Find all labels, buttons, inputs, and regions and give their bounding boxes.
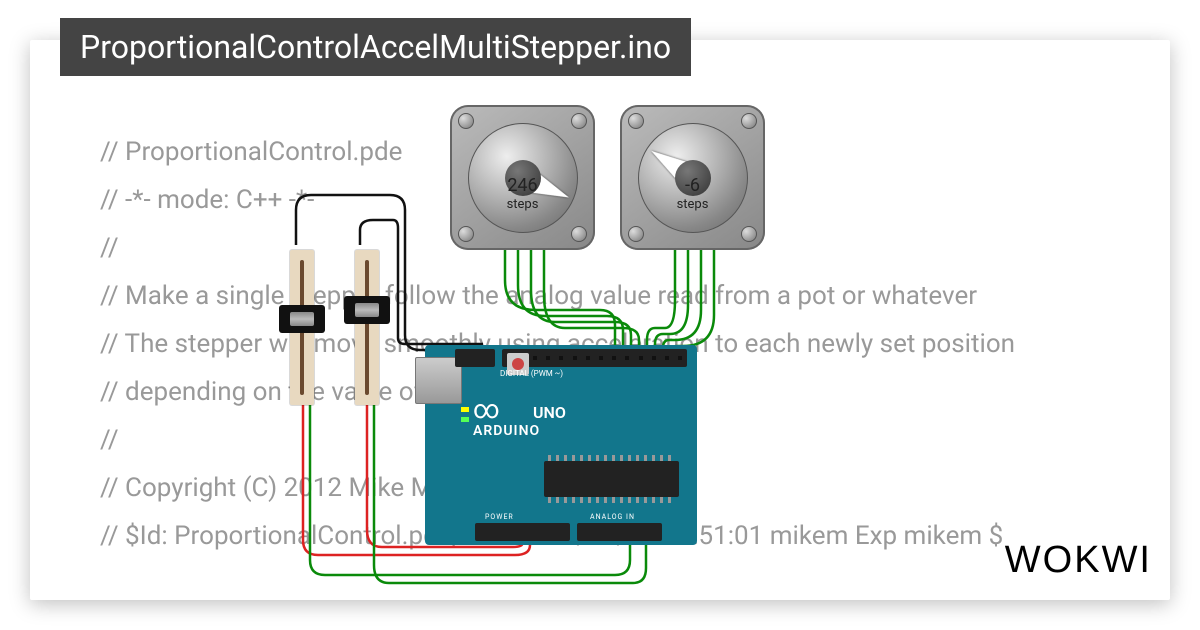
arduino-uno-board[interactable]: ∞ UNO ARDUINO DIGITAL (PWM ~) POWER ANAL… <box>425 345 697 545</box>
mount-hole-icon <box>628 113 644 129</box>
pin-header-digital[interactable] <box>502 349 687 367</box>
stepper2-steps-value: -6 <box>685 177 700 195</box>
mount-hole-icon <box>741 226 757 242</box>
pot-track <box>365 260 369 395</box>
pin-header-power[interactable] <box>475 523 570 541</box>
stepper1-steps-label: steps <box>507 197 539 212</box>
mcu-chip-icon <box>544 461 679 497</box>
stepper-motor-1[interactable]: 246 steps <box>450 105 595 250</box>
stepper2-steps-label: steps <box>677 197 709 212</box>
analog-label: ANALOG IN <box>590 513 635 521</box>
pin-header-analog[interactable] <box>577 523 662 541</box>
board-brand-label: ARDUINO <box>473 423 540 439</box>
stepper-motor-2[interactable]: -6 steps <box>620 105 765 250</box>
pin-header[interactable] <box>455 349 495 367</box>
mount-hole-icon <box>571 226 587 242</box>
mount-hole-icon <box>571 113 587 129</box>
project-card: // ProportionalControl.pde // -*- mode: … <box>30 40 1170 600</box>
arduino-logo-icon: ∞ <box>473 395 500 425</box>
mount-hole-icon <box>741 113 757 129</box>
rx-led-icon <box>461 417 469 422</box>
slide-pot-1[interactable] <box>290 250 314 405</box>
stepper1-steps-value: 246 <box>507 177 537 195</box>
mount-hole-icon <box>458 226 474 242</box>
mount-hole-icon <box>628 226 644 242</box>
tx-led-icon <box>461 407 469 412</box>
slide-pot-2[interactable] <box>355 250 379 405</box>
digital-label: DIGITAL (PWM ~) <box>500 369 563 378</box>
power-label: POWER <box>485 513 514 521</box>
circuit-diagram[interactable]: 246 steps -6 steps <box>255 100 975 610</box>
wokwi-logo: WOKWI <box>1005 539 1152 582</box>
pot-knob[interactable] <box>279 305 325 333</box>
pot-knob[interactable] <box>344 296 390 324</box>
mount-hole-icon <box>458 113 474 129</box>
file-title: ProportionalControlAccelMultiStepper.ino <box>60 18 691 76</box>
board-name-label: UNO <box>533 403 566 422</box>
